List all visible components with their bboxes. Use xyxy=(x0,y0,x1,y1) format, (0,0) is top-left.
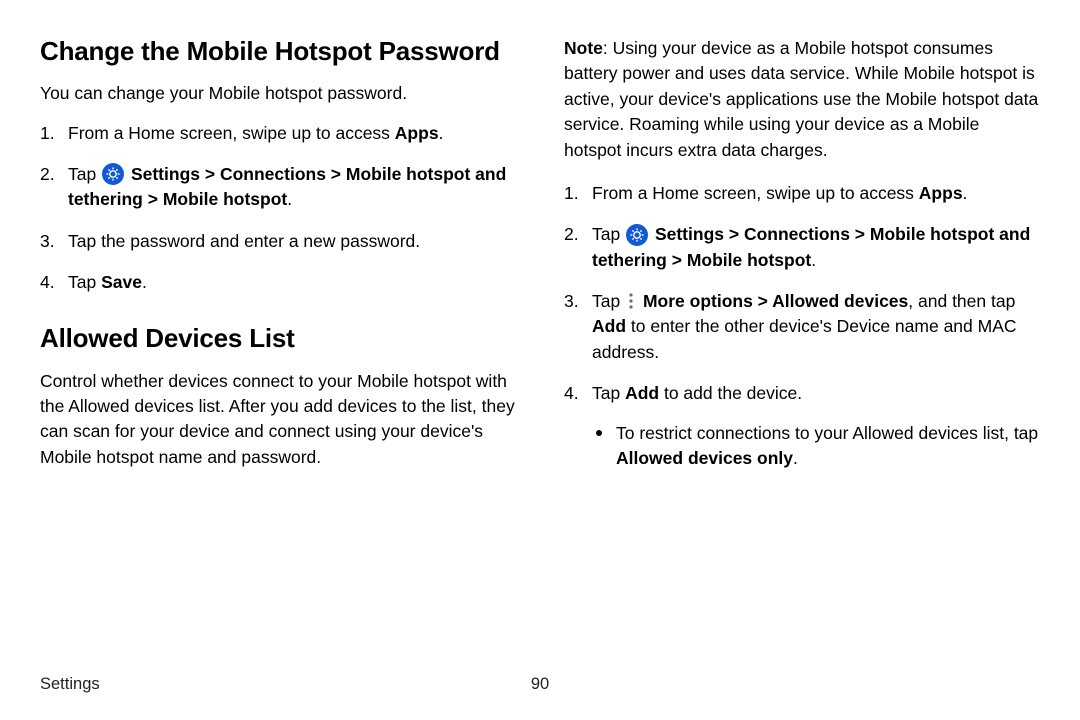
note-paragraph: Note: Using your device as a Mobile hots… xyxy=(564,36,1040,163)
text: . xyxy=(793,448,798,468)
right-column: Note: Using your device as a Mobile hots… xyxy=(564,36,1040,487)
steps-allowed-devices: From a Home screen, swipe up to access A… xyxy=(564,181,1040,471)
apps-bold: Apps xyxy=(919,183,963,203)
text: , and then tap xyxy=(908,291,1015,311)
allowed-devices-bold: Allowed devices xyxy=(772,291,908,311)
note-label: Note xyxy=(564,38,603,58)
settings-icon xyxy=(102,163,124,185)
apps-bold: Apps xyxy=(395,123,439,143)
save-bold: Save xyxy=(101,272,142,292)
text: . xyxy=(439,123,444,143)
more-options-icon xyxy=(626,291,636,311)
text: From a Home screen, swipe up to access xyxy=(68,123,395,143)
text: . xyxy=(287,189,292,209)
text: to add the device. xyxy=(659,383,802,403)
heading-allowed-devices: Allowed Devices List xyxy=(40,323,516,354)
text: To restrict connections to your Allowed … xyxy=(616,423,1038,443)
text: Tap xyxy=(592,383,625,403)
chevron: > xyxy=(724,224,744,244)
chevron: > xyxy=(143,189,163,209)
mobile-hotspot-bold: Mobile hotspot xyxy=(163,189,287,209)
text: From a Home screen, swipe up to access xyxy=(592,183,919,203)
add-bold: Add xyxy=(625,383,659,403)
more-options-bold: More options xyxy=(643,291,753,311)
text: . xyxy=(963,183,968,203)
allowed-only-bold: Allowed devices only xyxy=(616,448,793,468)
text: . xyxy=(811,250,816,270)
heading-change-password: Change the Mobile Hotspot Password xyxy=(40,36,516,67)
mobile-hotspot-bold: Mobile hotspot xyxy=(687,250,811,270)
step-2: Tap Settings > Connections > Mobile hots… xyxy=(564,222,1040,273)
step-3: Tap the password and enter a new passwor… xyxy=(40,229,516,254)
footer-section: Settings xyxy=(40,675,100,694)
chevron: > xyxy=(326,164,346,184)
sub-bullets: To restrict connections to your Allowed … xyxy=(592,421,1040,472)
page-columns: Change the Mobile Hotspot Password You c… xyxy=(40,36,1040,487)
step-4: Tap Add to add the device. To restrict c… xyxy=(564,381,1040,471)
text: Tap xyxy=(68,272,101,292)
text: to enter the other device's Device name … xyxy=(592,316,1017,361)
step-3: Tap More options > Allowed devices, and … xyxy=(564,289,1040,365)
left-column: Change the Mobile Hotspot Password You c… xyxy=(40,36,516,487)
settings-icon xyxy=(626,224,648,246)
connections-bold: Connections xyxy=(220,164,326,184)
chevron: > xyxy=(753,291,772,311)
note-text: : Using your device as a Mobile hotspot … xyxy=(564,38,1038,160)
connections-bold: Connections xyxy=(744,224,850,244)
chevron: > xyxy=(850,224,870,244)
step-2: Tap Settings > Connections > Mobile hots… xyxy=(40,162,516,213)
text: . xyxy=(142,272,147,292)
settings-bold: Settings xyxy=(655,224,724,244)
text: Tap xyxy=(68,164,101,184)
text: Tap xyxy=(592,224,625,244)
intro-change-password: You can change your Mobile hotspot passw… xyxy=(40,81,516,106)
add-bold: Add xyxy=(592,316,626,336)
chevron: > xyxy=(200,164,220,184)
step-4: Tap Save. xyxy=(40,270,516,295)
step-1: From a Home screen, swipe up to access A… xyxy=(40,121,516,146)
steps-change-password: From a Home screen, swipe up to access A… xyxy=(40,121,516,296)
settings-bold: Settings xyxy=(131,164,200,184)
page-footer: Settings 90 xyxy=(40,675,1040,694)
text: Tap xyxy=(592,291,625,311)
step-1: From a Home screen, swipe up to access A… xyxy=(564,181,1040,206)
intro-allowed-devices: Control whether devices connect to your … xyxy=(40,369,516,471)
chevron: > xyxy=(667,250,687,270)
bullet-1: To restrict connections to your Allowed … xyxy=(592,421,1040,472)
footer-page-number: 90 xyxy=(531,675,549,694)
